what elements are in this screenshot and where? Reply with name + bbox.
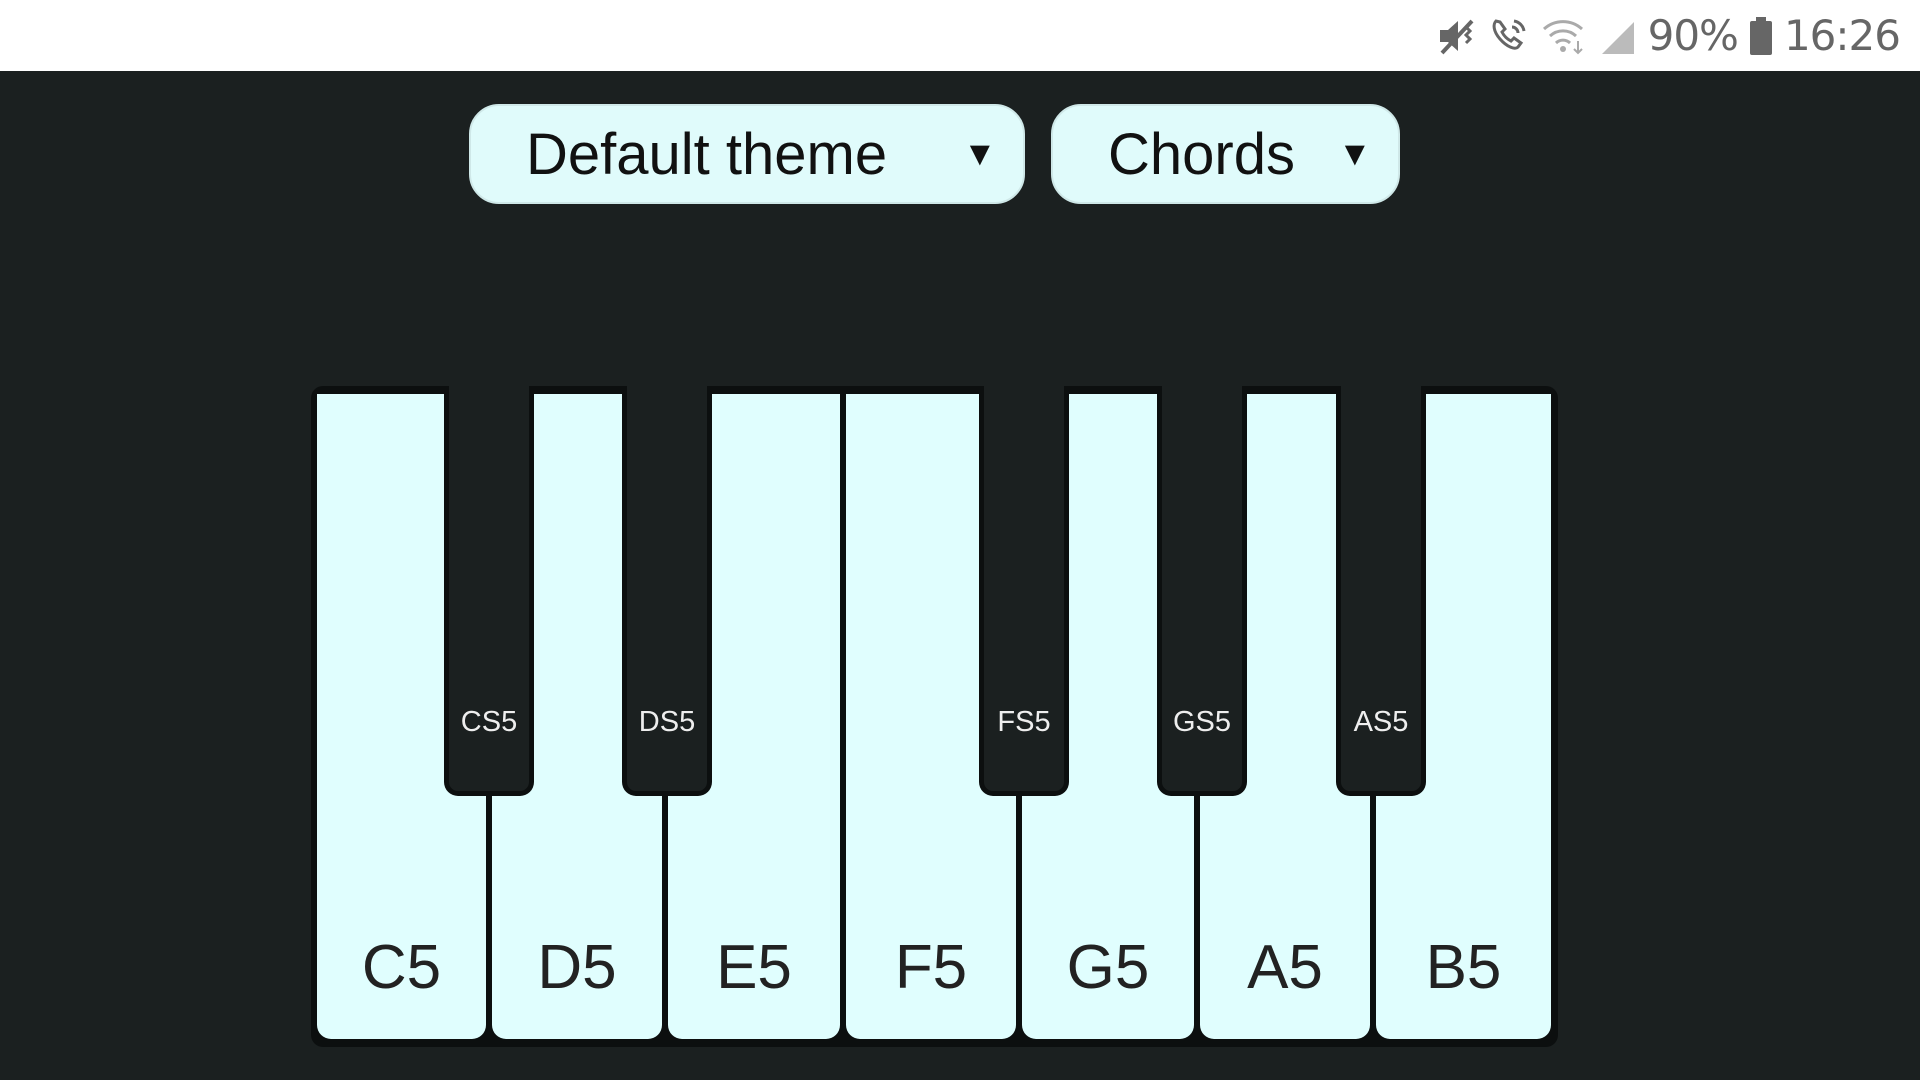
piano-keyboard: C5 D5 E5 F5 G5 A5 B5 CS5 DS5 FS5 GS5 AS5 xyxy=(311,386,1558,1047)
black-key-ds5[interactable]: DS5 xyxy=(622,386,712,796)
piano-app: Default theme ▼ Chords ▼ C5 D5 E5 F5 G5 … xyxy=(0,71,1920,1080)
wifi-icon xyxy=(1540,13,1588,59)
theme-select-value: Default theme xyxy=(526,121,888,187)
status-bar: 90% 16:26 xyxy=(0,0,1920,71)
key-label: C5 xyxy=(361,933,442,1002)
key-label: G5 xyxy=(1066,933,1150,1002)
mode-select-value: Chords xyxy=(1108,121,1295,187)
key-label: FS5 xyxy=(997,706,1051,738)
key-label: GS5 xyxy=(1172,706,1232,738)
clock: 16:26 xyxy=(1783,11,1901,60)
dropdown-arrow-icon: ▼ xyxy=(1338,134,1372,173)
black-key-gs5[interactable]: GS5 xyxy=(1157,386,1247,796)
signal-icon xyxy=(1598,13,1638,59)
key-label: E5 xyxy=(716,933,792,1002)
mute-vibrate-icon xyxy=(1436,13,1478,59)
battery-icon xyxy=(1748,13,1774,59)
battery-percentage: 90% xyxy=(1647,11,1739,60)
key-label: DS5 xyxy=(638,706,696,738)
key-label: CS5 xyxy=(460,706,518,738)
mode-select[interactable]: Chords ▼ xyxy=(1051,104,1400,204)
black-key-as5[interactable]: AS5 xyxy=(1336,386,1426,796)
key-label: D5 xyxy=(537,933,617,1002)
theme-select[interactable]: Default theme ▼ xyxy=(469,104,1025,204)
wifi-calling-icon xyxy=(1488,13,1530,59)
key-label: B5 xyxy=(1425,933,1502,1002)
key-label: F5 xyxy=(894,933,968,1002)
key-label: A5 xyxy=(1247,933,1323,1002)
black-key-fs5[interactable]: FS5 xyxy=(979,386,1069,796)
dropdown-arrow-icon: ▼ xyxy=(963,134,997,173)
key-label: AS5 xyxy=(1353,706,1409,738)
black-key-cs5[interactable]: CS5 xyxy=(444,386,534,796)
